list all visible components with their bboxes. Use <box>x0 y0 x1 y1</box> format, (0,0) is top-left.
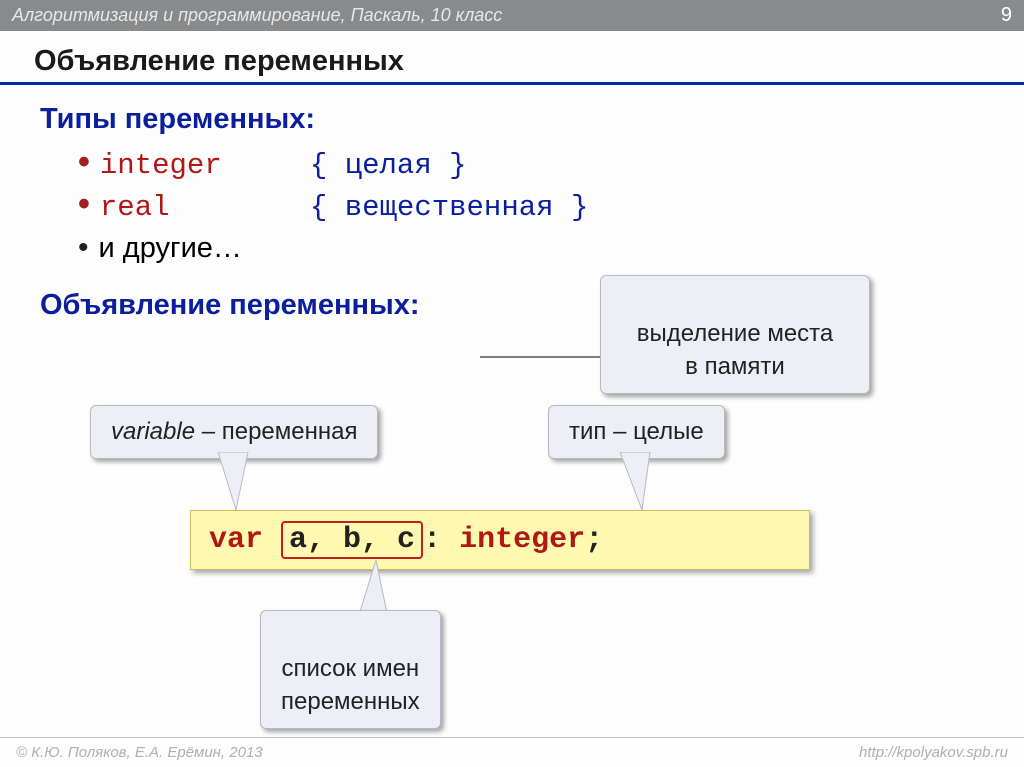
callout-tail-icon <box>620 452 660 512</box>
code-type: integer <box>459 523 585 557</box>
callout-text: тип – целые <box>569 418 704 445</box>
slide-content: Объявление переменных Типы переменных: •… <box>0 31 1024 322</box>
type-row-real: • real { вещественная } <box>78 190 990 224</box>
type-keyword: real <box>100 191 170 224</box>
callout-text: выделение места в памяти <box>637 320 834 379</box>
bullet-icon: • <box>78 238 89 258</box>
others-text: и другие… <box>99 232 242 265</box>
code-box: var a, b, c: integer; <box>190 510 810 570</box>
page-number: 9 <box>1001 4 1012 27</box>
code-colon: : <box>423 523 441 557</box>
slide-title: Объявление переменных <box>34 45 990 78</box>
code-semi: ; <box>585 523 603 557</box>
code-vars: a, b, c <box>289 523 415 557</box>
title-underline <box>0 82 1024 85</box>
footer-url: http://kpolyakov.spb.ru <box>859 744 1008 761</box>
callout-text: список имен переменных <box>281 655 420 714</box>
type-keyword: integer <box>100 149 222 182</box>
type-comment: { целая } <box>310 149 467 182</box>
type-comment: { вещественная } <box>310 191 588 224</box>
bullet-icon: • <box>78 152 90 172</box>
code-var-keyword: var <box>209 523 263 557</box>
callout-tail-icon <box>218 452 258 512</box>
code-vars-box: a, b, c <box>281 521 423 559</box>
footer-copyright: © К.Ю. Поляков, Е.А. Ерёмин, 2013 <box>16 744 263 761</box>
callout-text: – переменная <box>195 418 357 445</box>
types-heading: Типы переменных: <box>40 103 990 136</box>
callout-memory: выделение места в памяти <box>600 275 870 394</box>
type-row-others: • и другие… <box>78 232 990 265</box>
callout-italic: variable <box>111 418 195 445</box>
connector-line <box>480 356 610 358</box>
header-bar: Алгоритмизация и программирование, Паска… <box>0 0 1024 31</box>
type-row-integer: • integer { целая } <box>78 148 990 182</box>
course-label: Алгоритмизация и программирование, Паска… <box>12 5 502 26</box>
footer: © К.Ю. Поляков, Е.А. Ерёмин, 2013 http:/… <box>0 737 1024 767</box>
bullet-icon: • <box>78 194 90 214</box>
callout-names: список имен переменных <box>260 610 441 729</box>
